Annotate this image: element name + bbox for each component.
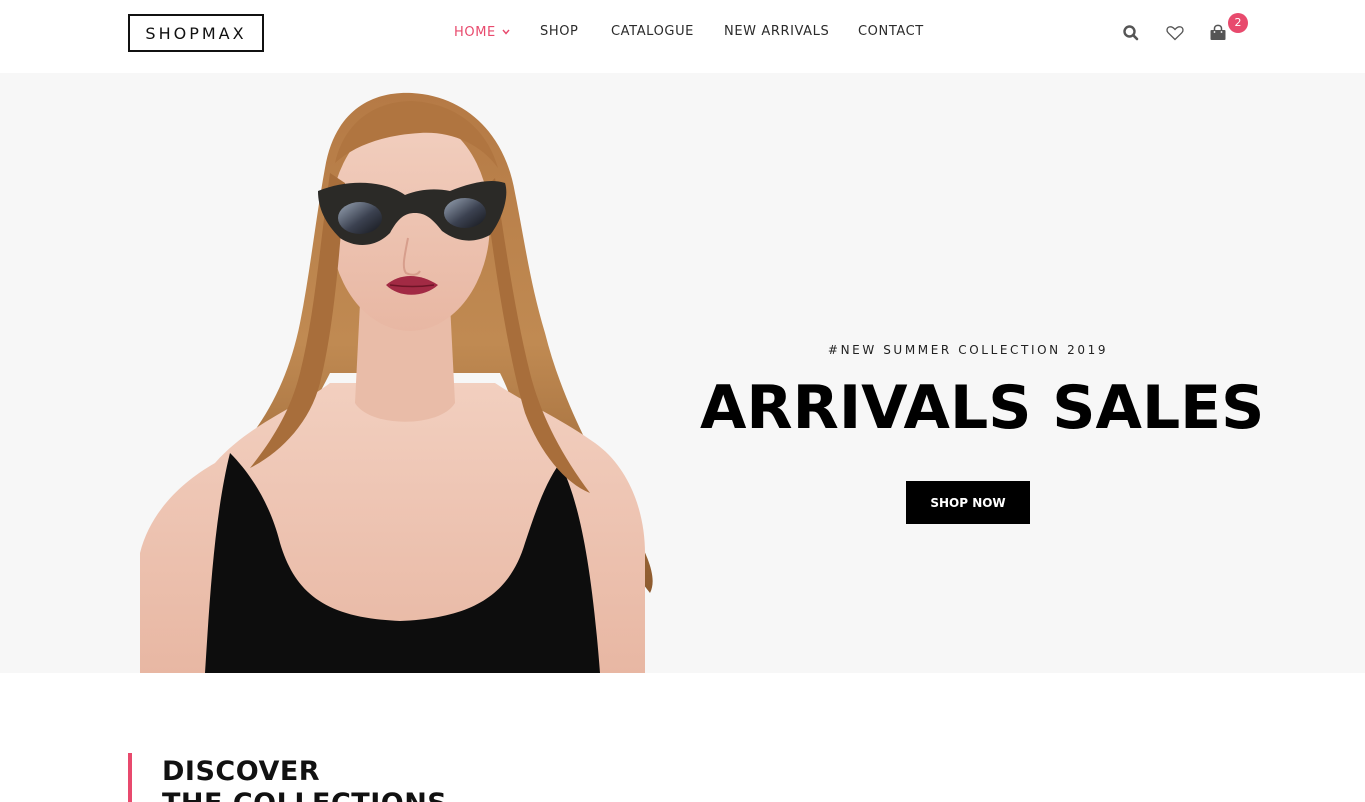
cart-count-badge: 2 [1228,13,1248,33]
section-title: DISCOVER THE COLLECTIONS [162,756,447,802]
hero-tagline: #NEW SUMMER COLLECTION 2019 [827,343,1109,357]
site-logo[interactable]: SHOPMAX [128,14,264,52]
shop-now-button[interactable]: SHOP NOW [906,481,1030,524]
nav-item-label: SHOP [540,24,579,39]
hero-title: ARRIVALS SALES [700,373,1265,443]
nav-item-contact[interactable]: CONTACT [858,24,924,39]
site-header: SHOPMAX HOME SHOP CATALOGUE NEW ARRIVALS… [0,0,1365,73]
nav-item-label: NEW ARRIVALS [724,24,830,39]
chevron-down-icon [502,24,510,39]
nav-item-label: CONTACT [858,24,924,39]
shopping-bag-icon[interactable] [1208,22,1230,44]
section-title-line1: DISCOVER [162,756,321,787]
nav-item-shop[interactable]: SHOP [540,24,579,39]
section-accent-bar [128,753,132,802]
search-icon[interactable] [1121,22,1143,44]
nav-item-label: HOME [454,25,496,40]
section-title-line2: THE COLLECTIONS [162,788,447,802]
nav-item-home[interactable]: HOME [454,24,510,40]
nav-item-label: CATALOGUE [611,24,695,39]
hero-model-image [140,92,653,673]
hero-banner: #NEW SUMMER COLLECTION 2019 ARRIVALS SAL… [0,73,1365,673]
nav-item-new-arrivals[interactable]: NEW ARRIVALS [724,24,829,39]
nav-item-catalogue[interactable]: CATALOGUE [611,24,694,39]
heart-icon[interactable] [1164,22,1186,44]
